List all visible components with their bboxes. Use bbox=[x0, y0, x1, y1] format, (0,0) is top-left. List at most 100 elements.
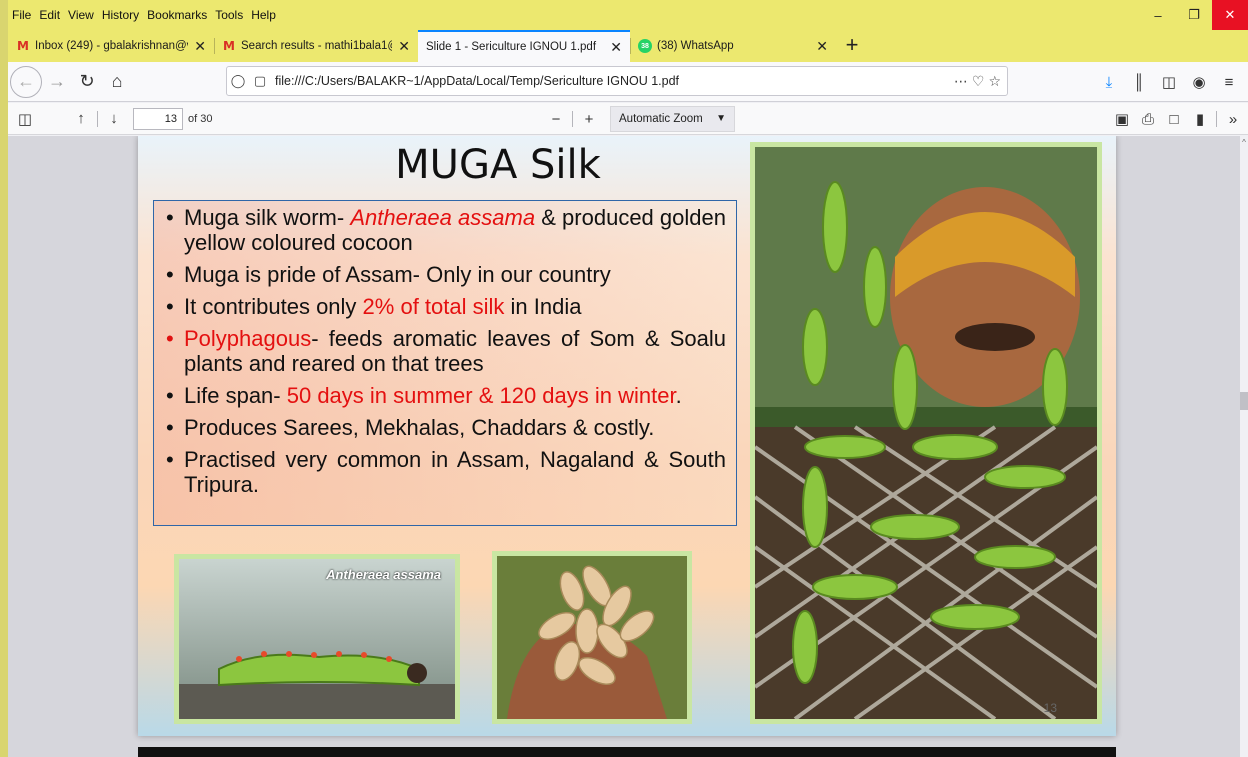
page-number-input[interactable]: 13 bbox=[133, 107, 183, 130]
window-controls: – ❐ ✕ bbox=[1140, 0, 1248, 30]
print-icon: ⎙ bbox=[1141, 110, 1154, 128]
caterpillar-image bbox=[179, 559, 455, 719]
reload-button[interactable]: ↻ bbox=[72, 67, 102, 97]
tab-whatsapp[interactable]: 38 (38) WhatsApp ✕ bbox=[630, 30, 836, 62]
caterpillar-label: Antheraea assama bbox=[326, 567, 441, 582]
app-menu-button[interactable]: ≡ bbox=[1214, 67, 1244, 97]
menu-help[interactable]: Help bbox=[247, 0, 280, 30]
bullet-item: Muga is pride of Assam- Only in our coun… bbox=[166, 262, 726, 287]
gmail-icon: M bbox=[223, 39, 235, 53]
next-page-button[interactable]: ↓ bbox=[101, 106, 127, 132]
shield-icon[interactable]: ◯ bbox=[227, 73, 249, 89]
menu-tools[interactable]: Tools bbox=[211, 0, 247, 30]
pdf-page: MUGA Silk Muga silk worm- Antheraea assa… bbox=[138, 136, 1116, 736]
print-button[interactable]: ⎙ bbox=[1135, 106, 1161, 132]
forward-button[interactable]: → bbox=[42, 67, 72, 97]
pocket-icon[interactable]: ♡ bbox=[972, 73, 985, 90]
sidebar-button[interactable]: ◫ bbox=[1154, 67, 1184, 97]
arrow-right-icon: → bbox=[48, 71, 66, 91]
bullet-text: Practised very common in Assam, Nagaland… bbox=[184, 447, 726, 497]
scrollbar-thumb[interactable] bbox=[1240, 392, 1248, 410]
slide-number: 13 bbox=[1043, 701, 1057, 715]
menu-edit[interactable]: Edit bbox=[35, 0, 64, 30]
pdf-viewer[interactable]: MUGA Silk Muga silk worm- Antheraea assa… bbox=[8, 136, 1240, 757]
bookmark-star-icon[interactable]: ☆ bbox=[988, 73, 1001, 90]
presentation-icon: ▣ bbox=[1114, 111, 1130, 128]
hamburger-icon: ≡ bbox=[1224, 73, 1234, 91]
menu-history[interactable]: History bbox=[98, 0, 143, 30]
previous-page-button[interactable]: ↑ bbox=[68, 106, 94, 132]
scroll-up-icon[interactable]: ^ bbox=[1240, 138, 1248, 147]
whatsapp-icon: 38 bbox=[638, 39, 652, 53]
menu-file[interactable]: File bbox=[8, 0, 35, 30]
home-icon: ⌂ bbox=[111, 71, 123, 91]
arrow-down-icon: ↓ bbox=[110, 110, 118, 127]
download-icon: ⤓ bbox=[1105, 73, 1113, 91]
vertical-scrollbar[interactable] bbox=[1240, 136, 1248, 757]
cocoon-image bbox=[497, 556, 687, 719]
bullet-text: Life span- bbox=[184, 383, 287, 408]
menu-bar: File Edit View History Bookmarks Tools H… bbox=[8, 0, 1248, 30]
toggle-sidebar-button[interactable]: ◫ bbox=[12, 106, 38, 132]
zoom-out-button[interactable]: − bbox=[543, 106, 569, 132]
new-tab-button[interactable]: + bbox=[836, 30, 868, 62]
minimize-button[interactable]: – bbox=[1140, 0, 1176, 30]
tab-close-icon[interactable]: ✕ bbox=[188, 38, 206, 55]
address-bar[interactable]: ◯ ▢ file:///C:/Users/BALAKR~1/AppData/Lo… bbox=[226, 66, 1008, 96]
close-window-button[interactable]: ✕ bbox=[1212, 0, 1248, 30]
downloads-button[interactable]: ⤓ bbox=[1094, 67, 1124, 97]
bullet-text: Produces Sarees, Mekhalas, Chaddars & co… bbox=[184, 415, 655, 440]
bullet-item: It contributes only 2% of total silk in … bbox=[166, 294, 726, 319]
tab-strip: M Inbox (249) - gbalakrishnan@vi ✕ M Sea… bbox=[8, 30, 1248, 62]
save-button[interactable]: □ bbox=[1161, 106, 1187, 132]
bullet-text: Muga silk worm- bbox=[184, 205, 351, 230]
restore-icon: ❐ bbox=[1188, 7, 1200, 22]
presentation-mode-button[interactable]: ▣ bbox=[1109, 106, 1135, 132]
minus-icon: − bbox=[551, 110, 561, 128]
double-chevron-right-icon: » bbox=[1228, 110, 1238, 128]
chevron-down-icon: ▼ bbox=[716, 113, 726, 124]
bullet-item: Produces Sarees, Mekhalas, Chaddars & co… bbox=[166, 415, 726, 440]
menu-bookmarks[interactable]: Bookmarks bbox=[143, 0, 211, 30]
tab-close-icon[interactable]: ✕ bbox=[392, 38, 410, 55]
zoom-select[interactable]: Automatic Zoom ▼ bbox=[610, 106, 735, 132]
library-icon: ║ bbox=[1133, 73, 1145, 91]
account-button[interactable]: ◉ bbox=[1184, 67, 1214, 97]
divider bbox=[97, 110, 98, 127]
pdf-toolbar: ◫ ↑ ↓ 13 of 30 − + Automatic Zoom ▼ ▣ ⎙ … bbox=[8, 103, 1248, 135]
photo-caterpillar: Antheraea assama bbox=[174, 554, 460, 724]
restore-button[interactable]: ❐ bbox=[1176, 0, 1212, 30]
minimize-icon: – bbox=[1154, 7, 1162, 23]
url-text[interactable]: file:///C:/Users/BALAKR~1/AppData/Local/… bbox=[275, 74, 679, 88]
next-pdf-page bbox=[138, 747, 1116, 757]
more-actions-icon[interactable]: ⋯ bbox=[954, 73, 968, 90]
tab-label: Inbox (249) - gbalakrishnan@vi bbox=[35, 40, 189, 52]
zoom-value: Automatic Zoom bbox=[619, 113, 703, 125]
back-button[interactable]: ← bbox=[10, 65, 42, 98]
bullet-item: Polyphagous- feeds aromatic leaves of So… bbox=[166, 326, 726, 376]
bullet-highlight: 50 days in summer & 120 days in winter bbox=[286, 383, 676, 408]
bullet-item: Practised very common in Assam, Nagaland… bbox=[166, 447, 726, 497]
bullet-list-box: Muga silk worm- Antheraea assama & produ… bbox=[153, 200, 737, 526]
library-button[interactable]: ║ bbox=[1124, 67, 1154, 97]
bookmark-button[interactable]: ▮ bbox=[1187, 106, 1213, 132]
tab-close-icon[interactable]: ✕ bbox=[604, 39, 622, 56]
menu-view[interactable]: View bbox=[64, 0, 98, 30]
sidebar-icon: ◫ bbox=[1161, 74, 1177, 91]
tab-close-icon[interactable]: ✕ bbox=[810, 38, 828, 55]
zoom-in-button[interactable]: + bbox=[576, 106, 602, 132]
tools-button[interactable]: » bbox=[1220, 106, 1246, 132]
tab-label: (38) WhatsApp bbox=[657, 40, 734, 52]
plus-icon: + bbox=[584, 110, 594, 128]
gmail-icon: M bbox=[17, 39, 29, 53]
tab-label: Search results - mathi1bala1@g bbox=[241, 40, 393, 52]
tab-pdf-slide[interactable]: Slide 1 - Sericulture IGNOU 1.pdf ✕ bbox=[418, 30, 630, 62]
tab-gmail-inbox[interactable]: M Inbox (249) - gbalakrishnan@vi ✕ bbox=[8, 30, 214, 62]
save-icon: □ bbox=[1169, 110, 1179, 128]
bullet-item: Muga silk worm- Antheraea assama & produ… bbox=[166, 205, 726, 255]
bullet-highlight: Polyphagous bbox=[184, 326, 312, 351]
divider bbox=[572, 111, 573, 127]
tab-gmail-search[interactable]: M Search results - mathi1bala1@g ✕ bbox=[214, 30, 418, 62]
home-button[interactable]: ⌂ bbox=[102, 67, 132, 97]
bullet-highlight: 2% of total silk bbox=[362, 294, 505, 319]
